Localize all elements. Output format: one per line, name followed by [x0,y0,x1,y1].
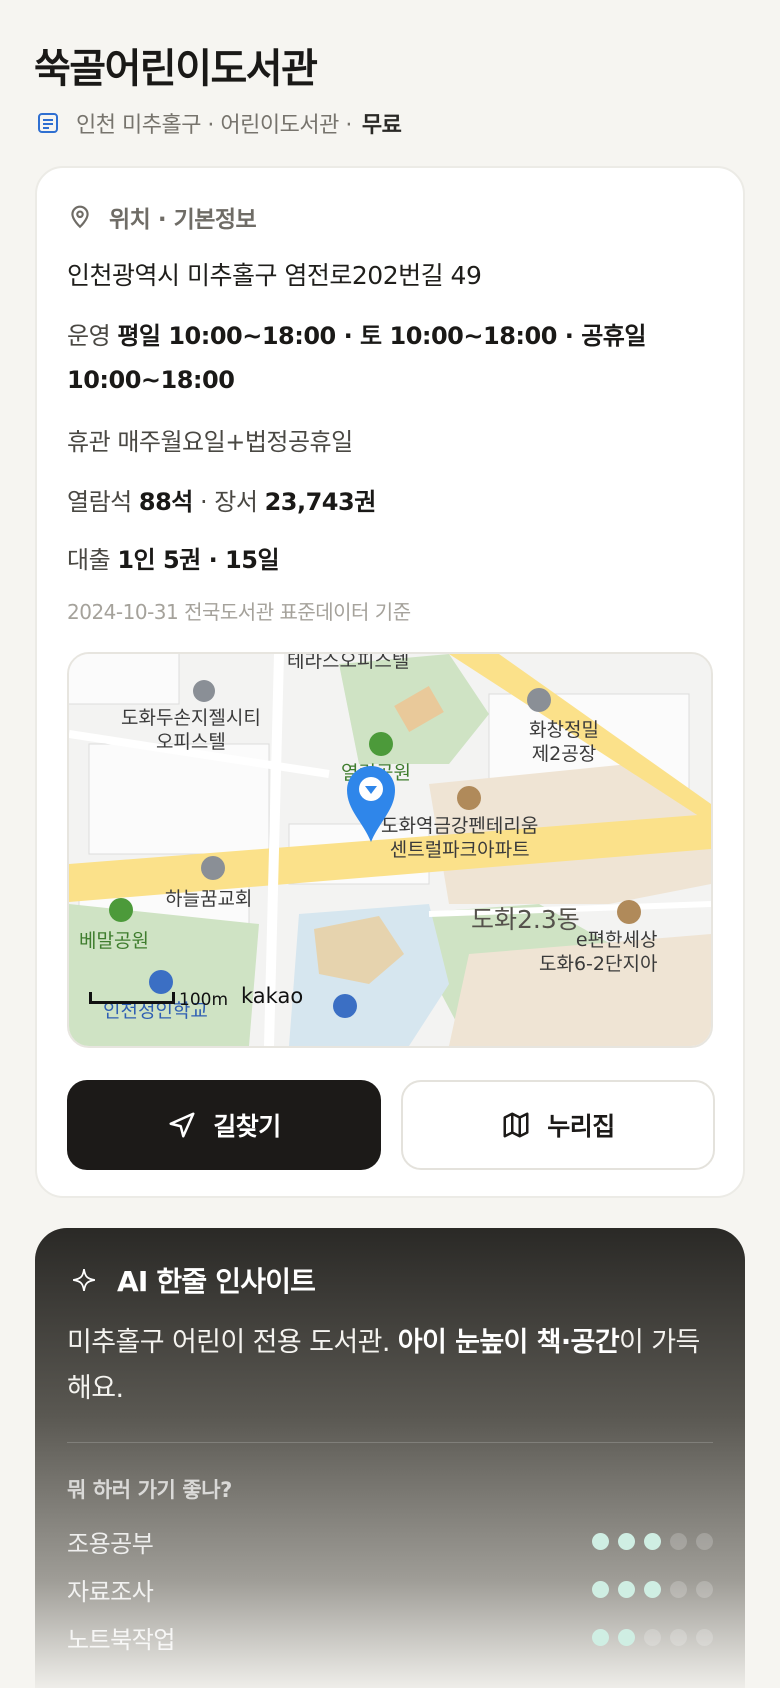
fee-badge: 무료 [361,113,402,138]
map-label-church: 하늘꿈교회 [165,888,253,910]
map-label-line: 도화역금강펜테리움 [381,815,539,837]
map-label-line: 도화6-2단지아 [539,953,658,975]
seats-books: 열람석 88석 · 장서 23,743권 [67,482,376,517]
kakao-logo: kakao [241,984,304,1008]
rating-dot-filled [644,1532,661,1550]
library-meta: 인천 미추홀구 · 어린이도서관 · 무료 [36,106,402,140]
rating-dot-empty [670,1532,687,1550]
map-label-line: 화창정밀 [529,719,599,741]
document-icon [38,113,58,133]
scale-label: 100m [179,990,229,1010]
rating-dot-empty [644,1628,661,1646]
building-icon [193,680,215,702]
address: 인천광역시 미추홀구 염전로202번길 49 [67,261,482,290]
map-label-apartment: 도화역금강펜테리움 센트럴파크아파트 [381,814,538,862]
church-icon [333,994,357,1018]
rating-dot-empty [696,1532,713,1550]
rating-dot-empty [696,1628,713,1646]
closed-label: 휴관 [67,428,111,456]
activity-row: 조용공부 [67,1524,713,1558]
activity-row: 노트북작업 [67,1620,713,1654]
rating-dot-empty [670,1580,687,1598]
website-label: 누리집 [547,1112,615,1141]
activity-rating [592,1628,713,1646]
closed-days: 휴관 매주월요일+법정공휴일 [67,422,353,457]
page-title: 쑥골어린이도서관 [34,46,318,92]
ai-text-highlight: 아이 눈높이 책·공간 [397,1327,620,1358]
location-marker-icon[interactable] [345,764,397,844]
loan-label: 대출 [67,546,111,574]
rating-dot-filled [592,1532,609,1550]
factory-icon [527,688,551,712]
loan-value: 1인 5권 · 15일 [117,546,280,574]
ai-insight-card: AI 한줄 인사이트 미추홀구 어린이 전용 도서관. 아이 눈높이 책·공간이… [35,1228,745,1688]
school-icon [149,970,173,994]
rating-dot-filled [618,1628,635,1646]
operating-hours: 운영 평일 10:00~18:00 · 토 10:00~18:00 · 공휴일 … [67,314,707,402]
hours-value: 평일 10:00~18:00 · 토 10:00~18:00 · 공휴일 10:… [67,322,646,394]
books-label: · 장서 [200,488,258,516]
seats-label: 열람석 [67,488,132,516]
map-label-dohwa-jell: 도화두손지젤시티 오피스텔 [121,706,261,754]
navigation-arrow-icon [169,1112,195,1138]
section-title: 위치 · 기본정보 [109,207,257,233]
tree-icon [109,898,133,922]
map-label-bemal: 베말공원 [79,930,149,952]
location-map[interactable]: 테라스오피스텔 도화두손지젤시티 오피스텔 화창정밀 제2공장 열림공원 도화역… [67,652,713,1048]
ai-insight-title: AI 한줄 인사이트 [117,1265,316,1298]
map-label-line: 오피스텔 [155,731,226,753]
books-value: 23,743권 [264,488,377,516]
activity-name: 노트북작업 [67,1625,175,1654]
ai-text-part: 미추홀구 어린이 전용 도서관. [67,1327,398,1358]
rating-dot-filled [618,1580,635,1598]
rating-dot-filled [644,1580,661,1598]
map-label-line: 도화두손지젤시티 [121,707,261,729]
data-source: 2024-10-31 전국도서관 표준데이터 기준 [67,600,411,624]
rating-dot-empty [696,1580,713,1598]
map-label-line: e편한세상 [575,929,658,951]
ai-insight-text: 미추홀구 어린이 전용 도서관. 아이 눈높이 책·공간이 가득해요. [67,1320,707,1412]
activity-name: 자료조사 [67,1577,154,1606]
seats-value: 88석 [138,488,193,516]
region-category: 인천 미추홀구 · 어린이도서관 · [76,113,352,138]
tree-icon [369,732,393,756]
activity-name: 조용공부 [67,1529,154,1558]
rating-dot-empty [670,1628,687,1646]
apartment-icon [617,900,641,924]
rating-dot-filled [592,1628,609,1646]
directions-button[interactable]: 길찾기 [67,1080,381,1170]
loan-policy: 대출 1인 5권 · 15일 [67,540,280,575]
section-header: 위치 · 기본정보 [67,200,257,234]
sparkle-icon [73,1269,95,1291]
divider [67,1442,713,1443]
closed-value: 매주월요일+법정공휴일 [117,428,353,456]
map-label-terrace: 테라스오피스텔 [287,652,410,672]
activity-rating [592,1580,713,1598]
directions-label: 길찾기 [213,1112,281,1141]
scale-bar [89,992,175,1004]
map-label-line: 제2공장 [531,743,597,765]
activity-question: 뭐 하러 가기 좋나? [67,1478,232,1502]
hours-label: 운영 [67,322,111,350]
info-card: 위치 · 기본정보 인천광역시 미추홀구 염전로202번길 49 운영 평일 1… [35,166,745,1198]
map-label-line: 센트럴파크아파트 [389,839,530,861]
rating-dot-filled [618,1532,635,1550]
website-button[interactable]: 누리집 [401,1080,715,1170]
rating-dot-filled [592,1580,609,1598]
map-label-epyeon: e편한세상 도화6-2단지아 [539,928,657,976]
ai-insight-header: AI 한줄 인사이트 [71,1260,316,1300]
map-icon [503,1112,529,1138]
activity-rating [592,1532,713,1550]
church-icon [201,856,225,880]
activity-row: 자료조사 [67,1572,713,1606]
apartment-icon [457,786,481,810]
map-label-hwachang: 화창정밀 제2공장 [529,718,599,766]
location-pin-icon [71,205,89,229]
